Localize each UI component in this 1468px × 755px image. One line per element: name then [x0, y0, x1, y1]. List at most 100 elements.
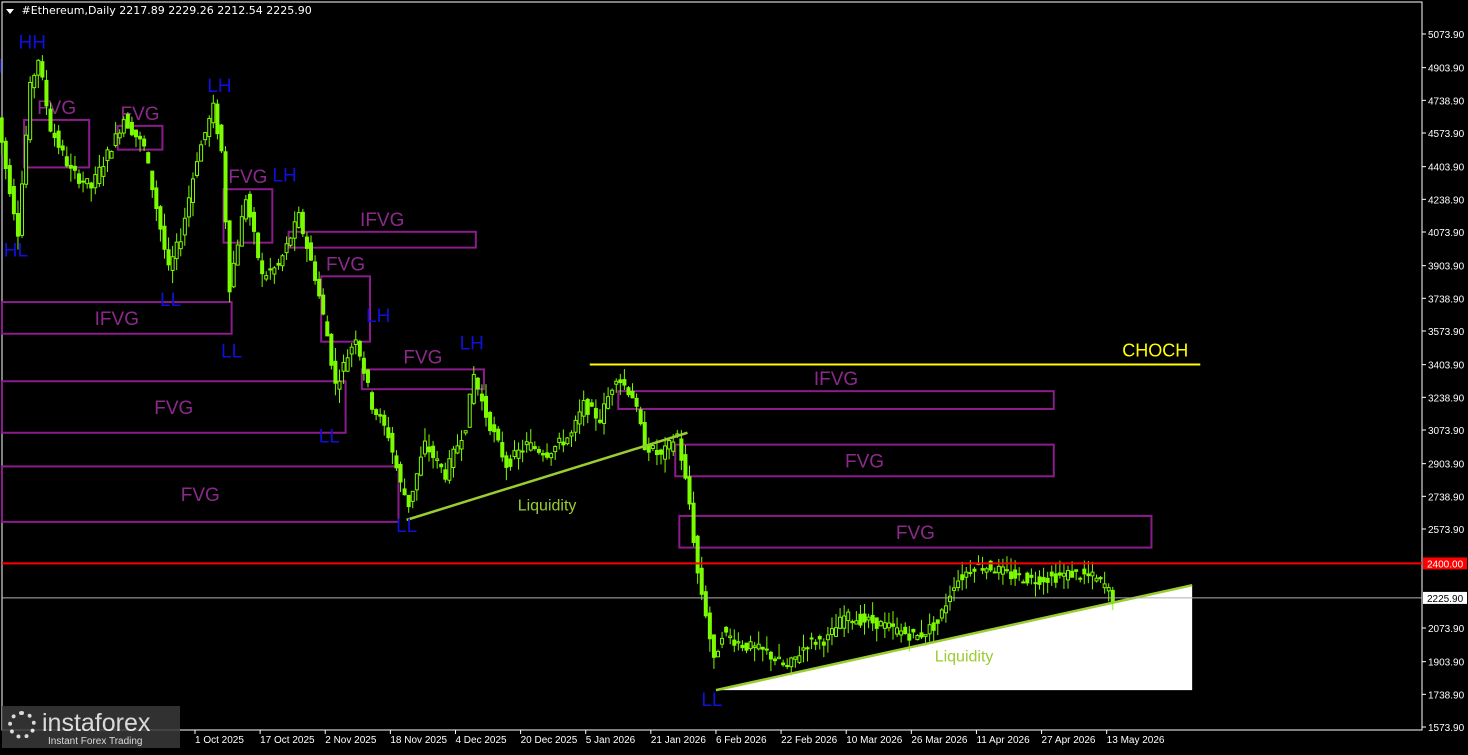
candle-body	[679, 438, 684, 461]
candle-body	[715, 650, 720, 658]
candle-body	[878, 620, 883, 627]
candle-body	[935, 619, 940, 624]
candle-body	[565, 437, 570, 445]
y-tick-label-7: 3903.90	[1428, 262, 1465, 273]
candle-body	[752, 645, 757, 649]
candle-body	[1017, 573, 1022, 576]
y-tick-label-10: 3403.90	[1428, 361, 1465, 372]
candle-body	[626, 387, 631, 396]
zone-label-7: FVG	[154, 398, 193, 419]
candle-body	[781, 662, 786, 666]
candle-body	[797, 655, 802, 663]
zone-label-5: FVG	[326, 254, 365, 275]
candle-body	[907, 633, 912, 641]
zone-label-4: IFVG	[95, 309, 139, 330]
candle-body	[964, 571, 969, 578]
candle-body	[931, 622, 936, 631]
candle-body	[1004, 569, 1009, 572]
candle-body	[72, 165, 77, 171]
candle-body	[219, 124, 224, 152]
candle-body	[634, 397, 639, 407]
candle-body	[431, 445, 436, 459]
candle-body	[614, 380, 619, 385]
candle-body	[911, 628, 916, 633]
y-tick-label-14: 2738.90	[1428, 492, 1465, 503]
candle-body	[842, 615, 847, 629]
symbol-label: #Ethereum,Daily	[21, 4, 116, 17]
candle-body	[866, 616, 871, 621]
candle-body	[500, 442, 505, 458]
candle-body	[239, 216, 244, 247]
candle-body	[304, 236, 309, 249]
x-tick-label-9: 22 Feb 2026	[781, 735, 838, 746]
candle-body	[622, 379, 627, 386]
y-tick-label-17: 2225.90	[1427, 594, 1464, 605]
candle-body	[443, 469, 448, 480]
candle-body	[891, 623, 896, 627]
candle-body	[89, 182, 94, 189]
zone-box-0	[23, 118, 91, 169]
candle-body	[1021, 581, 1026, 584]
candle-body	[121, 119, 126, 134]
candle-body	[711, 634, 716, 658]
candle-body	[142, 138, 147, 147]
candle-body	[292, 221, 297, 239]
dropdown-icon[interactable]	[6, 8, 14, 14]
y-tick-label-0: 5073.90	[1428, 30, 1465, 41]
candle-body	[972, 568, 977, 572]
candle-body	[764, 648, 769, 651]
candle-body	[195, 161, 200, 176]
x-tick-label-14: 13 May 2026	[1107, 735, 1165, 746]
candle-body	[227, 220, 232, 293]
candle-body	[638, 409, 643, 425]
candle-body	[475, 377, 480, 390]
candle-body	[313, 261, 318, 281]
candle-body	[260, 260, 265, 275]
candle-body	[740, 644, 745, 649]
candle-body	[308, 242, 313, 261]
candle-body	[663, 445, 668, 460]
candle-body	[24, 134, 29, 185]
y-tick-label-20: 1738.90	[1428, 690, 1465, 701]
candle-body	[809, 637, 814, 640]
x-tick-label-10: 10 Mar 2026	[846, 735, 903, 746]
candle-body	[101, 166, 106, 177]
candle-body	[846, 611, 851, 622]
candle-body	[630, 390, 635, 399]
candle-body	[1053, 573, 1058, 583]
candle-body	[32, 74, 37, 89]
candle-body	[215, 103, 220, 135]
candle-body	[414, 473, 419, 491]
candle-body	[606, 396, 611, 409]
y-tick-label-2: 4738.90	[1428, 96, 1465, 107]
candle-body	[610, 389, 615, 395]
candle-body	[1061, 572, 1066, 577]
candle-body	[736, 641, 741, 644]
candle-body	[854, 620, 859, 625]
structure-label-10: LL	[396, 516, 417, 537]
candle-body	[520, 450, 525, 453]
candle-body	[528, 442, 533, 451]
candle-body	[243, 199, 248, 220]
candle-body	[720, 637, 725, 645]
price-chart: FVG FVGFVGIFVGIFVGFVGFVGFVGFVGIFVGFVGFVGL…	[0, 1, 1467, 746]
candle-body	[650, 445, 655, 449]
candle-body	[748, 641, 753, 650]
x-tick-label-2: 2 Nov 2025	[325, 735, 377, 746]
candle-body	[585, 398, 590, 415]
candle-body	[492, 424, 497, 433]
candle-body	[422, 440, 427, 455]
candle-body	[1033, 582, 1038, 585]
candle-body	[923, 634, 928, 637]
candle-body	[402, 488, 407, 496]
candle-body	[199, 144, 204, 162]
candle-body	[133, 129, 138, 138]
structure-label-0: H	[0, 56, 2, 77]
candle-body	[288, 237, 293, 246]
candle-body	[553, 445, 558, 453]
candle-body	[231, 262, 236, 288]
y-tick-label-8: 3738.90	[1428, 294, 1465, 305]
candle-body	[996, 565, 1001, 574]
candle-body	[471, 374, 476, 404]
candle-body	[3, 140, 8, 169]
